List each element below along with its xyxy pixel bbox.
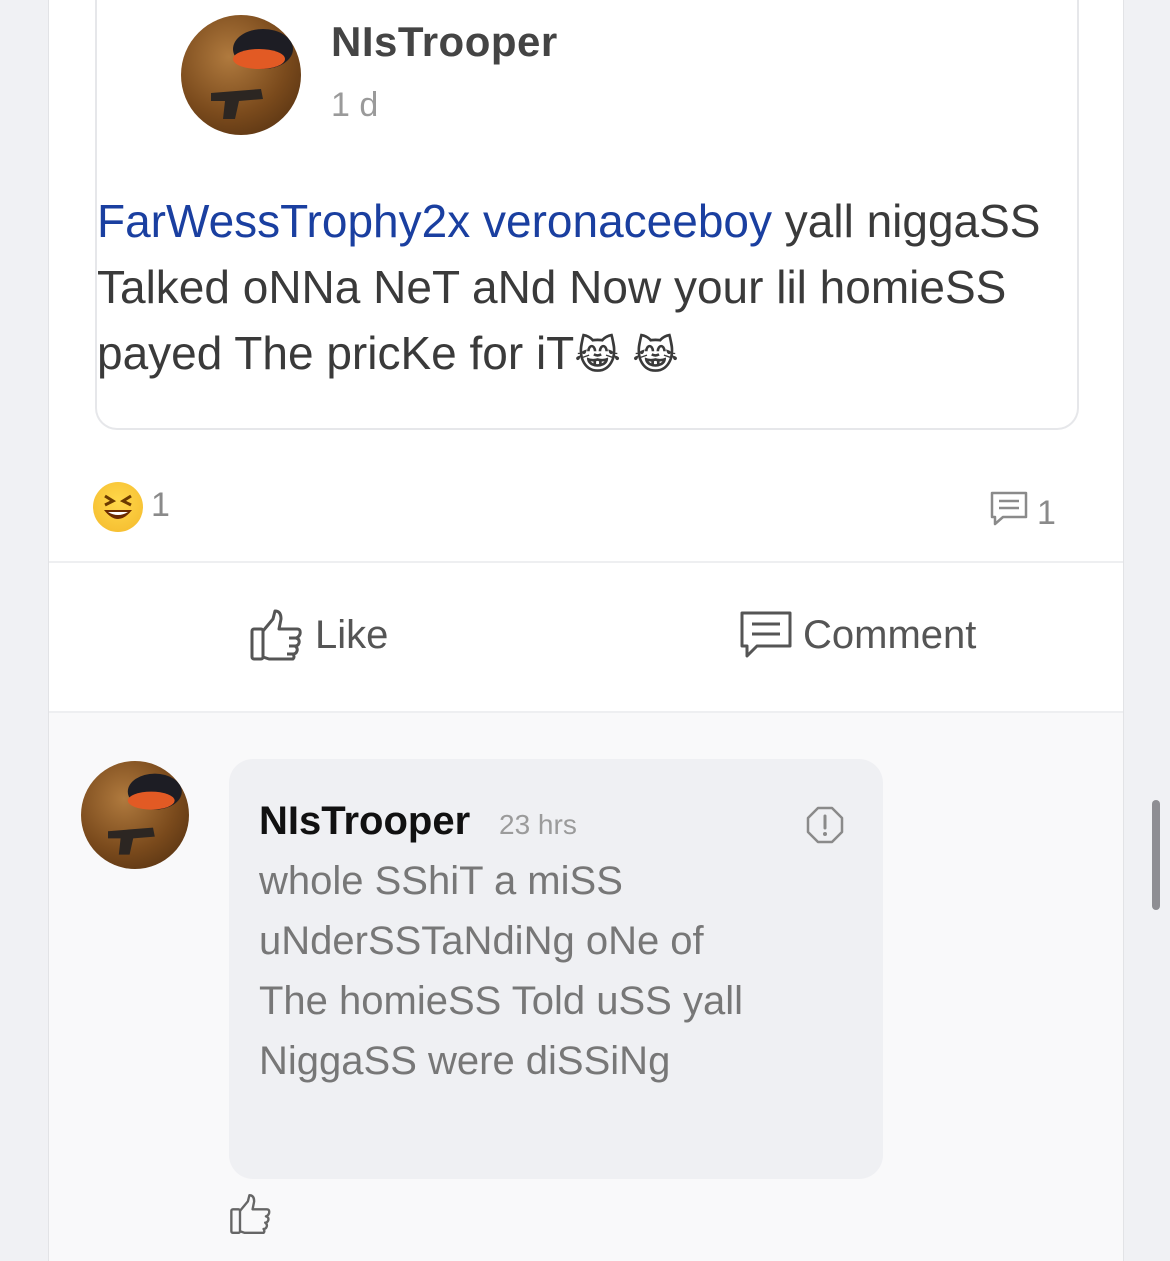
thumbs-up-icon <box>250 609 302 661</box>
mention-link[interactable]: veronaceeboy <box>483 195 772 247</box>
laughing-emoji-icon[interactable] <box>93 482 143 532</box>
comment-like-icon[interactable] <box>229 1191 273 1237</box>
comment-icon <box>740 611 792 658</box>
report-icon[interactable] <box>805 805 845 845</box>
comment-icon[interactable] <box>989 490 1029 528</box>
comment-timestamp: 23 hrs <box>499 809 577 840</box>
scrollbar-thumb[interactable] <box>1152 800 1160 910</box>
comment-count[interactable]: 1 <box>1037 494 1056 533</box>
comment-author-name[interactable]: NIsTrooper <box>259 799 470 844</box>
post-emojis: 😹 😹 <box>574 334 679 378</box>
comment-label: Comment <box>803 612 977 657</box>
post-timestamp: 1 d <box>331 86 379 124</box>
author-avatar[interactable] <box>181 15 301 135</box>
like-label: Like <box>315 612 389 657</box>
comment-text: whole SShiT a miSS uNderSSTaNdiNg oNe of… <box>259 859 743 1083</box>
comments-section: NIsTrooper 23 hrs whole SShiT a miSS uNd… <box>49 713 1123 1261</box>
mention-link[interactable]: FarWessTrophy2x <box>97 195 470 247</box>
post-author-name[interactable]: NIsTrooper <box>331 18 558 66</box>
post-body: FarWessTrophy2x veronaceeboy yall niggaS… <box>97 188 1057 389</box>
like-button[interactable]: Like <box>249 600 388 670</box>
divider <box>49 561 1123 563</box>
feed-page: NIsTrooper 1 d FarWessTrophy2x veronacee… <box>48 0 1124 1261</box>
reaction-count[interactable]: 1 <box>151 486 170 525</box>
comment-button[interactable]: Comment <box>739 600 976 670</box>
shared-post-card[interactable]: NIsTrooper 1 d FarWessTrophy2x veronacee… <box>95 0 1079 430</box>
commenter-avatar[interactable] <box>81 761 189 869</box>
comment-bubble: NIsTrooper 23 hrs whole SShiT a miSS uNd… <box>229 759 883 1179</box>
